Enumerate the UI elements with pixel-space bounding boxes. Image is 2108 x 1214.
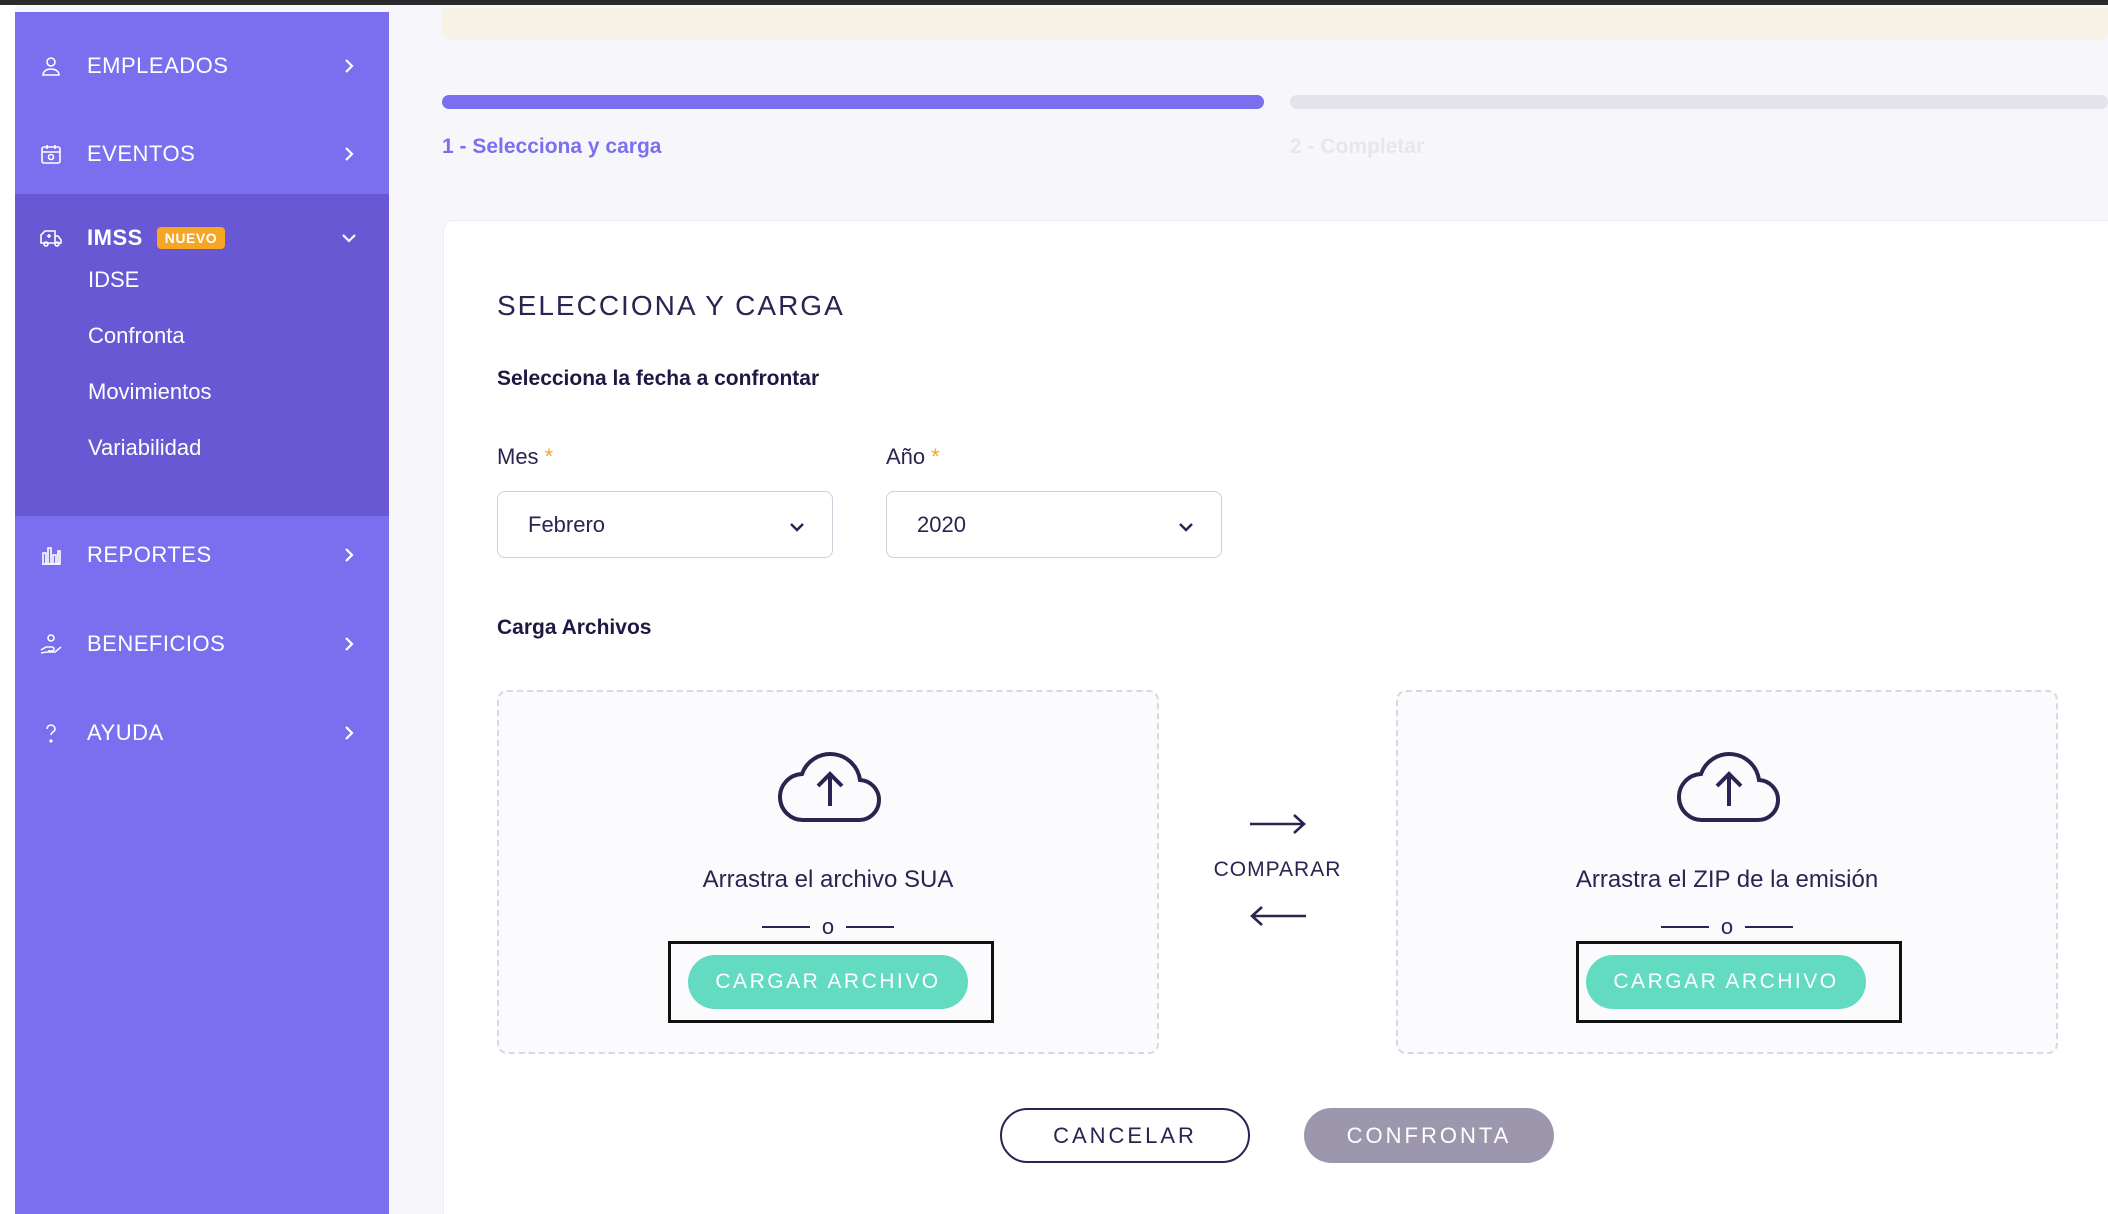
sidebar-subitem-idse[interactable]: IDSE (88, 267, 139, 293)
sidebar: EMPLEADOS EVENTOS IMSS NUEVO IDSE Confro… (15, 12, 389, 1214)
upload-zip-button[interactable]: CARGAR ARCHIVO (1586, 955, 1866, 1009)
sidebar-section-imss: IMSS NUEVO IDSE Confronta Movimientos Va… (15, 194, 389, 516)
chevron-right-icon (339, 634, 359, 654)
arrow-right-icon (1250, 814, 1306, 834)
sidebar-item-label: BENEFICIOS (87, 631, 226, 656)
or-divider: o (1398, 914, 2056, 940)
chevron-right-icon (339, 56, 359, 76)
window-top-border (0, 0, 2108, 5)
sidebar-item-ayuda[interactable]: AYUDA (15, 689, 389, 777)
calendar-icon (39, 142, 63, 166)
compare-label: COMPARAR (1213, 858, 1342, 881)
sidebar-item-label: AYUDA (87, 720, 164, 745)
new-badge: NUEVO (156, 227, 226, 249)
step-progress-bar-active (442, 95, 1264, 109)
sidebar-item-label: EVENTOS (87, 141, 196, 166)
step-progress-bar-inactive (1290, 95, 2108, 109)
step-1-label[interactable]: 1 - Selecciona y carga (442, 135, 661, 159)
year-select-value: 2020 (917, 511, 966, 537)
question-icon (39, 721, 63, 745)
month-label: Mes * (497, 444, 553, 470)
zip-dropzone-text: Arrastra el ZIP de la emisión (1575, 866, 1879, 893)
chevron-down-icon (1177, 516, 1195, 534)
sidebar-subitem-movimientos[interactable]: Movimientos (88, 379, 211, 405)
arrow-left-icon (1250, 906, 1306, 926)
sidebar-item-eventos[interactable]: EVENTOS (15, 110, 389, 198)
sidebar-item-imss[interactable]: IMSS NUEVO (15, 194, 389, 282)
year-label-text: Año (886, 444, 926, 469)
date-section-title: Selecciona la fecha a confrontar (497, 367, 820, 390)
required-mark: * (544, 444, 554, 469)
sidebar-item-reportes[interactable]: REPORTES (15, 511, 389, 599)
sidebar-item-label: REPORTES (87, 542, 212, 567)
year-select[interactable]: 2020 (886, 491, 1222, 558)
confronta-button[interactable]: CONFRONTA (1304, 1108, 1554, 1163)
chevron-right-icon (339, 723, 359, 743)
cloud-upload-icon (778, 752, 882, 823)
upload-sua-button[interactable]: CARGAR ARCHIVO (688, 955, 968, 1009)
user-icon (39, 54, 63, 78)
sidebar-item-label: IMSS (87, 225, 143, 250)
notification-banner (442, 8, 2108, 40)
window-left-edge (0, 5, 15, 1214)
ambulance-icon (39, 226, 63, 250)
cloud-upload-icon (1677, 752, 1781, 823)
bar-chart-icon (39, 543, 63, 567)
month-select-value: Febrero (528, 511, 606, 537)
page-title: SELECCIONA Y CARGA (497, 290, 845, 321)
or-text: o (821, 914, 835, 939)
chevron-right-icon (339, 144, 359, 164)
compare-indicator: COMPARAR (1200, 800, 1355, 940)
month-select[interactable]: Febrero (497, 491, 833, 558)
step-2-label: 2 - Completar (1290, 135, 1425, 158)
chevron-down-icon (788, 516, 806, 534)
sidebar-subitem-variabilidad[interactable]: Variabilidad (88, 435, 201, 461)
or-text: o (1720, 914, 1734, 939)
sidebar-subitem-confronta[interactable]: Confronta (88, 323, 185, 349)
month-label-text: Mes (497, 444, 539, 469)
sidebar-item-beneficios[interactable]: BENEFICIOS (15, 600, 389, 688)
chevron-down-icon (339, 228, 359, 248)
sidebar-item-label: EMPLEADOS (87, 53, 229, 78)
cancel-button[interactable]: CANCELAR (1000, 1108, 1250, 1163)
or-divider: o (499, 914, 1157, 940)
year-label: Año * (886, 444, 940, 470)
required-mark: * (931, 444, 940, 469)
sua-dropzone-text: Arrastra el archivo SUA (702, 866, 954, 893)
hand-gift-icon (39, 632, 63, 656)
sidebar-item-empleados[interactable]: EMPLEADOS (15, 22, 389, 110)
chevron-right-icon (339, 545, 359, 565)
files-section-title: Carga Archivos (497, 616, 652, 639)
